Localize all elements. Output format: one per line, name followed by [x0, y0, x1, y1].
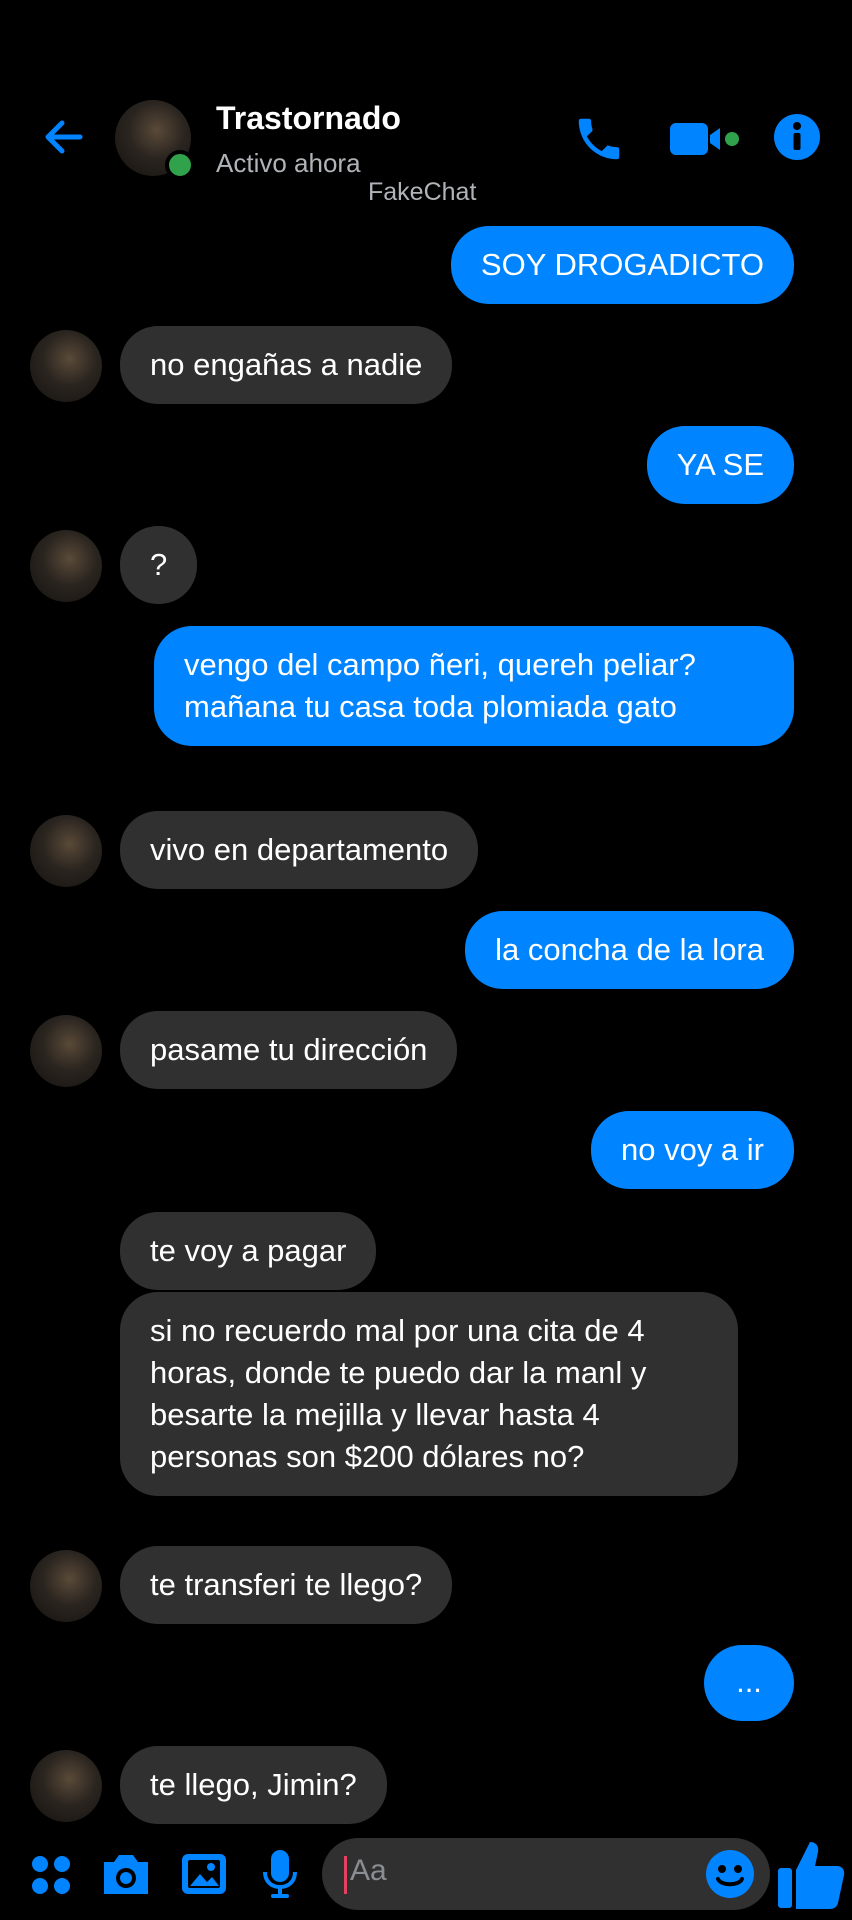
message-incoming[interactable]: vivo en departamento: [120, 811, 479, 889]
back-arrow-icon[interactable]: [40, 112, 90, 162]
gallery-icon[interactable]: [180, 1850, 228, 1898]
apps-icon[interactable]: [30, 1854, 72, 1896]
message-incoming[interactable]: si no recuerdo mal por una cita de 4 hor…: [120, 1292, 738, 1496]
message-outgoing[interactable]: vengo del campo ñeri, quereh peliar? mañ…: [154, 626, 794, 746]
microphone-icon[interactable]: [262, 1848, 298, 1902]
message-incoming[interactable]: te llego, Jimin?: [120, 1746, 387, 1824]
message-incoming[interactable]: te transferi te llego?: [120, 1546, 453, 1624]
thumbs-up-icon[interactable]: [776, 1836, 846, 1912]
message-incoming[interactable]: pasame tu dirección: [120, 1011, 458, 1089]
message-input[interactable]: Aa: [322, 1838, 770, 1910]
message-outgoing[interactable]: SOY DROGADICTO: [450, 226, 794, 304]
contact-avatar[interactable]: [115, 100, 195, 180]
message-outgoing[interactable]: no voy a ir: [590, 1111, 794, 1189]
avatar: [30, 1550, 102, 1622]
camera-icon[interactable]: [100, 1850, 152, 1898]
avatar: [30, 530, 102, 602]
message-incoming[interactable]: no engañas a nadie: [120, 326, 453, 404]
avatar: [30, 1015, 102, 1087]
avatar: [30, 330, 102, 402]
avatar: [30, 1750, 102, 1822]
online-indicator: [165, 150, 195, 180]
phone-icon[interactable]: [572, 112, 626, 166]
message-outgoing[interactable]: la concha de la lora: [465, 911, 794, 989]
avatar: [30, 815, 102, 887]
video-camera-icon[interactable]: [670, 117, 740, 161]
emoji-icon[interactable]: [704, 1848, 756, 1900]
message-incoming[interactable]: te voy a pagar: [120, 1212, 377, 1290]
contact-name[interactable]: Trastornado: [216, 100, 401, 137]
message-incoming[interactable]: ?: [120, 526, 198, 604]
contact-status: Activo ahora: [216, 148, 361, 178]
message-outgoing[interactable]: ...: [704, 1645, 794, 1721]
text-caret: [344, 1856, 347, 1894]
watermark: FakeChat: [368, 178, 477, 206]
message-outgoing[interactable]: YA SE: [646, 426, 794, 504]
message-input-placeholder: Aa: [350, 1854, 387, 1887]
info-icon[interactable]: [772, 112, 822, 162]
